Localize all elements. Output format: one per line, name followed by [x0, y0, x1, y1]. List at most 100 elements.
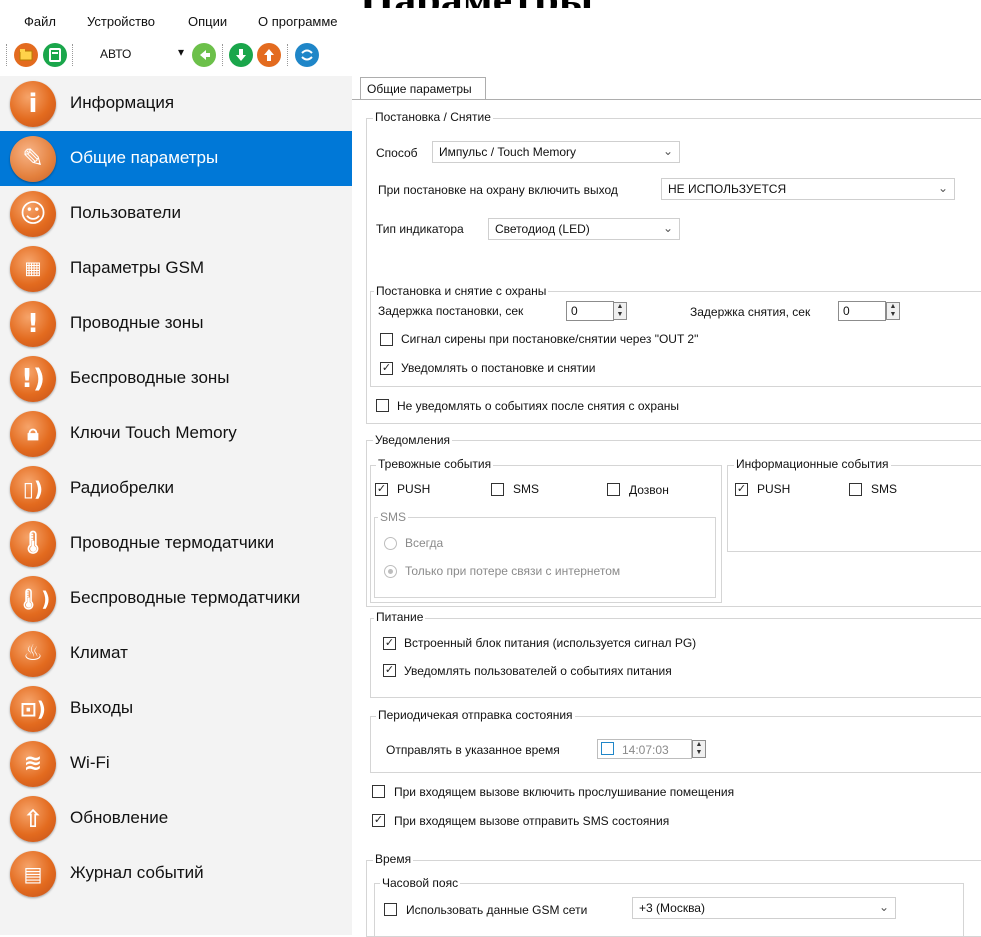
builtin-power-checkbox[interactable]: ✓	[383, 637, 396, 650]
sms-always-radio[interactable]	[384, 537, 397, 550]
wrench-icon: ✎	[10, 136, 56, 182]
sidebar-item-label: Информация	[70, 93, 175, 112]
notify-arming-checkbox[interactable]: ✓	[380, 362, 393, 375]
sidebar-item-radio-fobs[interactable]: ▯) Радиобрелки	[0, 461, 352, 516]
incoming-sms-label: При входящем вызове отправить SMS состоя…	[394, 814, 670, 828]
tab-divider	[352, 99, 981, 100]
toolbar-grip	[6, 44, 9, 66]
sidebar-item-label: Климат	[70, 643, 128, 662]
periodic-time-value: 14:07:03	[622, 743, 669, 757]
incoming-listen-label: При входящем вызове включить прослушиван…	[394, 785, 735, 799]
sms-lost-internet-label: Только при потере связи с интернетом	[405, 564, 621, 578]
menu-device[interactable]: Устройство	[87, 14, 155, 29]
method-select[interactable]: Импульс / Touch Memory ⌄	[432, 141, 680, 163]
sidebar-item-outputs[interactable]: ⊡) Выходы	[0, 681, 352, 736]
siren-checkbox[interactable]	[380, 333, 393, 346]
sidebar-item-wired-thermo[interactable]: 🌡︎ Проводные термодатчики	[0, 516, 352, 571]
lock-icon: 🔒︎	[10, 411, 56, 457]
arm-delay-input[interactable]: 0	[566, 301, 614, 321]
no-notify-after-disarm-checkbox[interactable]	[376, 399, 389, 412]
sms-mode-title: SMS	[378, 510, 409, 524]
sidebar-item-wireless-zones[interactable]: !) Беспроводные зоны	[0, 351, 352, 406]
chevron-down-icon: ⌄	[878, 900, 889, 914]
sidebar-item-label: Проводные термодатчики	[70, 533, 275, 552]
periodic-time-stepper[interactable]: ▲ ▼	[692, 740, 706, 758]
arm-delay-value: 0	[571, 304, 578, 318]
indicator-label: Тип индикатора	[376, 222, 464, 236]
sms-always-label: Всегда	[405, 536, 444, 550]
menu-options[interactable]: Опции	[188, 14, 227, 29]
output-icon: ⊡)	[10, 686, 56, 732]
sidebar-item-label: Проводные зоны	[70, 313, 204, 332]
periodic-send-checkbox[interactable]	[601, 742, 614, 755]
upload-icon[interactable]	[257, 43, 281, 67]
method-value: Импульс / Touch Memory	[439, 145, 577, 159]
sms-lost-internet-radio[interactable]	[384, 565, 397, 578]
sidebar-item-wifi[interactable]: ≋ Wi-Fi	[0, 736, 352, 791]
wireless-exclamation-icon: !)	[10, 356, 56, 402]
sync-icon[interactable]	[295, 43, 319, 67]
power-notify-checkbox[interactable]: ✓	[383, 664, 396, 677]
timezone-select[interactable]: +3 (Москва) ⌄	[632, 897, 896, 919]
sidebar-item-information[interactable]: i Информация	[0, 76, 352, 131]
incoming-listen-checkbox[interactable]	[372, 785, 385, 798]
sidebar-item-label: Радиобрелки	[70, 478, 175, 497]
builtin-power-label: Встроенный блок питания (используется си…	[404, 636, 697, 650]
power-group	[370, 618, 981, 698]
disarm-delay-input[interactable]: 0	[838, 301, 886, 321]
notify-arming-label: Уведомлять о постановке и снятии	[401, 361, 596, 375]
alarm-sms-checkbox[interactable]	[491, 483, 504, 496]
disarm-delay-label: Задержка снятия, сек	[690, 305, 811, 319]
save-device-icon[interactable]	[43, 43, 67, 67]
thermometer-icon: 🌡︎	[10, 521, 56, 567]
alarm-push-checkbox[interactable]: ✓	[375, 483, 388, 496]
sidebar: i Информация ✎ Общие параметры ☺ Пользовате…	[0, 76, 352, 935]
download-icon[interactable]	[229, 43, 253, 67]
info-icon: i	[10, 81, 56, 127]
sidebar-item-general-settings[interactable]: ✎ Общие параметры	[0, 131, 352, 186]
sidebar-item-climate[interactable]: ♨ Климат	[0, 626, 352, 681]
sidebar-item-update[interactable]: ⇧ Обновление	[0, 791, 352, 846]
notifications-group-title: Уведомления	[373, 433, 453, 447]
connect-arrow-icon[interactable]	[192, 43, 216, 67]
info-sms-checkbox[interactable]	[849, 483, 862, 496]
chevron-down-icon: ⌄	[937, 181, 948, 195]
info-events-title: Информационные события	[734, 457, 891, 471]
menu-about[interactable]: О программе	[258, 14, 338, 29]
method-label: Способ	[376, 146, 418, 160]
sidebar-item-event-log[interactable]: ▤ Журнал событий	[0, 846, 352, 901]
sidebar-item-touch-memory-keys[interactable]: 🔒︎ Ключи Touch Memory	[0, 406, 352, 461]
periodic-time-input[interactable]: 14:07:03	[597, 739, 692, 759]
info-push-checkbox[interactable]: ✓	[735, 483, 748, 496]
connection-mode-select[interactable]: АВТО ▾	[94, 44, 188, 66]
indicator-select[interactable]: Светодиод (LED) ⌄	[488, 218, 680, 240]
incoming-sms-checkbox[interactable]: ✓	[372, 814, 385, 827]
time-group-title: Время	[373, 852, 414, 866]
sidebar-item-label: Обновление	[70, 808, 169, 827]
sidebar-item-wireless-thermo[interactable]: 🌡︎) Беспроводные термодатчики	[0, 571, 352, 626]
disarm-delay-value: 0	[843, 304, 850, 318]
open-folder-icon[interactable]	[14, 43, 38, 67]
disarm-delay-stepper[interactable]: ▲ ▼	[886, 302, 900, 320]
toolbar: АВТО ▾	[0, 38, 981, 74]
alarm-call-checkbox[interactable]	[607, 483, 620, 496]
sidebar-item-label: Беспроводные зоны	[70, 368, 230, 387]
sidebar-item-users[interactable]: ☺ Пользователи	[0, 186, 352, 241]
arm-delay-stepper[interactable]: ▲ ▼	[613, 302, 627, 320]
sidebar-item-gsm[interactable]: ▦ Параметры GSM	[0, 241, 352, 296]
flame-icon: ♨	[10, 631, 56, 677]
use-gsm-time-checkbox[interactable]	[384, 903, 397, 916]
gsm-icon: ▦	[10, 246, 56, 292]
menu-file[interactable]: Файл	[24, 14, 56, 29]
cropped-page-caption: Параметры	[360, 0, 981, 8]
sidebar-item-label: Wi-Fi	[70, 753, 110, 772]
tab-general-settings[interactable]: Общие параметры	[360, 77, 486, 99]
indicator-value: Светодиод (LED)	[495, 222, 590, 236]
sidebar-item-label: Выходы	[70, 698, 134, 717]
sidebar-item-wired-zones[interactable]: ! Проводные зоны	[0, 296, 352, 351]
no-notify-after-disarm-label: Не уведомлять о событиях после снятия с …	[397, 399, 679, 413]
arm-output-label: При постановке на охрану включить выход	[378, 183, 618, 197]
chevron-down-icon: ▾	[178, 45, 185, 59]
arm-output-select[interactable]: НЕ ИСПОЛЬЗУЕТСЯ ⌄	[661, 178, 955, 200]
wifi-icon: ≋	[10, 741, 56, 787]
